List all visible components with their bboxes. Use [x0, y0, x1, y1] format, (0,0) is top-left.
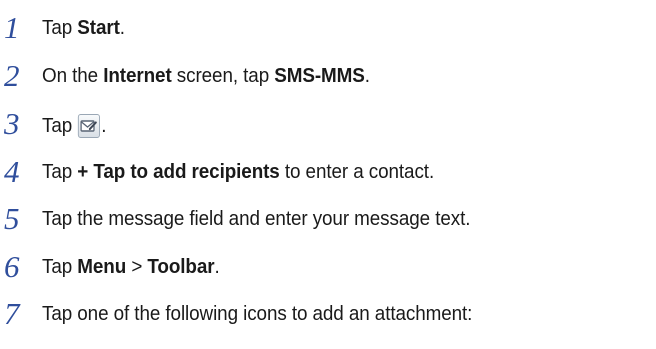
ui-term: Start	[77, 16, 120, 39]
step-number: 3	[4, 106, 20, 141]
step-3: 3 Tap .	[0, 102, 656, 144]
ui-term: Menu	[77, 255, 127, 278]
step-2: 2 On the Internet screen, tap SMS-MMS.	[0, 54, 656, 96]
step-text: On the Internet screen, tap SMS-MMS.	[42, 64, 370, 87]
step-number: 7	[4, 296, 20, 331]
ui-term: SMS-MMS	[274, 64, 365, 87]
step-text: Tap Start.	[42, 16, 125, 39]
instruction-steps: 1 Tap Start. 2 On the Internet screen, t…	[0, 0, 656, 349]
step-number: 4	[4, 154, 20, 189]
step-text: Tap .	[42, 114, 107, 138]
step-text: Tap the message field and enter your mes…	[42, 207, 471, 230]
step-text: Tap one of the following icons to add an…	[42, 302, 473, 325]
step-5: 5 Tap the message field and enter your m…	[0, 197, 656, 239]
step-text: Tap Menu > Toolbar.	[42, 255, 220, 278]
ui-term: Internet	[103, 64, 172, 87]
step-1: 1 Tap Start.	[0, 6, 656, 48]
step-text: Tap + Tap to add recipients to enter a c…	[42, 160, 435, 183]
step-4: 4 Tap + Tap to add recipients to enter a…	[0, 150, 656, 192]
step-number: 6	[4, 249, 20, 284]
step-number: 2	[4, 58, 20, 93]
ui-term: Toolbar	[147, 255, 215, 278]
step-6: 6 Tap Menu > Toolbar.	[0, 245, 656, 287]
step-number: 1	[4, 10, 20, 45]
new-message-icon	[78, 114, 101, 138]
ui-term: + Tap to add recipients	[77, 160, 280, 183]
step-number: 5	[4, 201, 20, 236]
step-7: 7 Tap one of the following icons to add …	[0, 292, 656, 334]
